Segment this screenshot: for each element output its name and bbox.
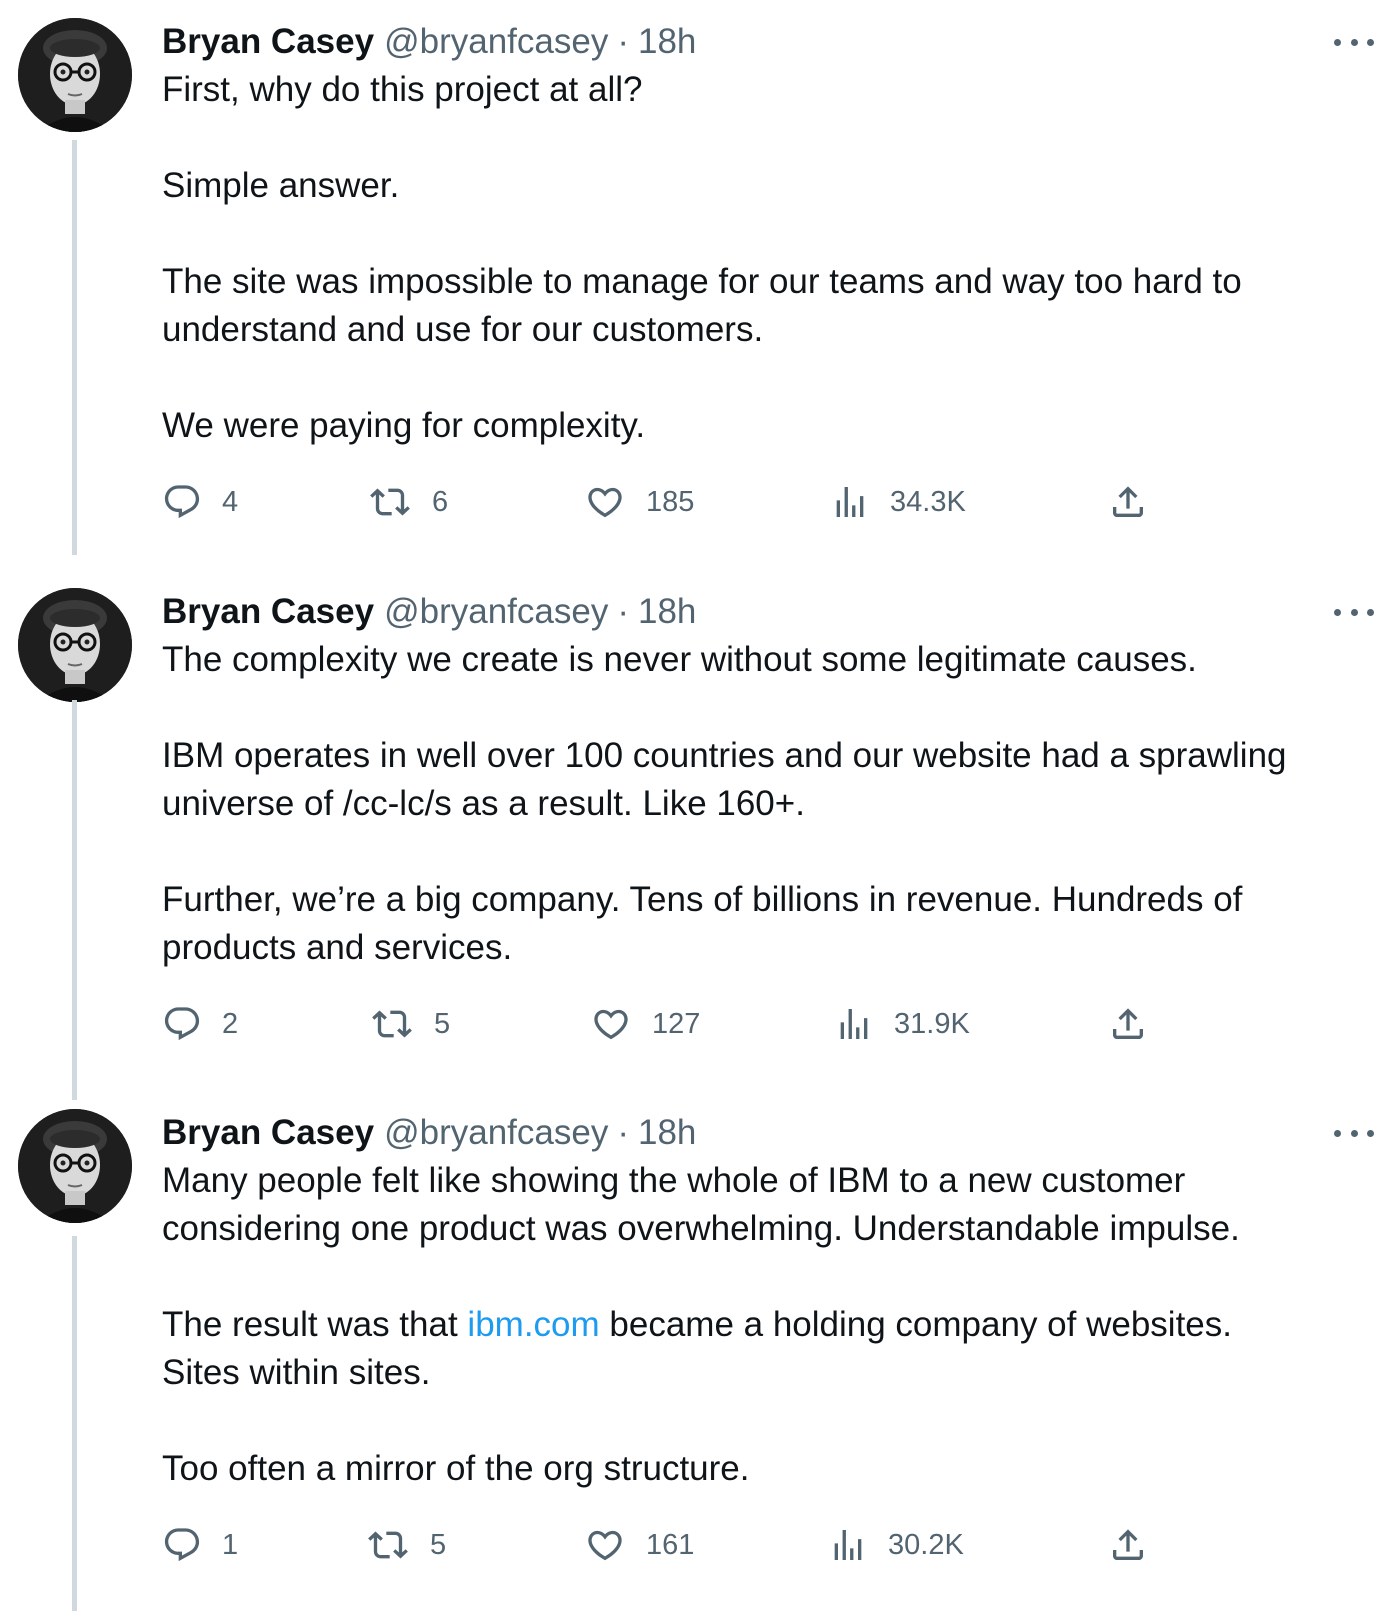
reply-count: 2	[222, 1007, 239, 1040]
ibm-link[interactable]: ibm.com	[467, 1305, 599, 1344]
thread-line	[72, 700, 77, 1100]
like-count: 161	[646, 1528, 695, 1561]
thread: Bryan Casey @bryanfcasey · 18h First, wh…	[0, 0, 1398, 1611]
reply-button[interactable]: 2	[162, 1000, 238, 1048]
retweet-icon	[370, 488, 410, 516]
tweet-text-segment: became a holding company of websites.	[599, 1305, 1232, 1344]
tweet-line: Many people felt like showing the whole …	[162, 1161, 1186, 1200]
like-button[interactable]: 161	[584, 1521, 694, 1569]
tweet-line: universe of /cc-lc/s as a result. Like 1…	[162, 784, 805, 823]
tweet-line: products and services.	[162, 928, 513, 967]
tweet-line: Sites within sites.	[162, 1353, 431, 1392]
tweet-line: Simple answer.	[162, 166, 400, 205]
retweet-button[interactable]: 5	[370, 1000, 450, 1048]
avatar[interactable]	[18, 18, 132, 132]
tweet-text: The complexity we create is never withou…	[162, 636, 1362, 972]
tweet-line: IBM operates in well over 100 countries …	[162, 736, 1287, 775]
share-button[interactable]	[1108, 1000, 1148, 1048]
tweet-line: The result was that ibm.com became a hol…	[162, 1301, 1362, 1349]
tweet-line: understand and use for our customers.	[162, 310, 764, 349]
tweet-1[interactable]: Bryan Casey @bryanfcasey · 18h First, wh…	[0, 0, 1398, 555]
author-name[interactable]: Bryan Casey	[162, 22, 374, 62]
like-button[interactable]: 185	[584, 478, 694, 526]
heart-icon	[588, 487, 622, 518]
tweet-content: Bryan Casey @bryanfcasey · 18h The compl…	[162, 588, 1362, 1041]
tweet-text: First, why do this project at all? Simpl…	[162, 66, 1362, 450]
thread-line	[72, 1236, 77, 1611]
tweet-line: We were paying for complexity.	[162, 406, 646, 445]
reply-icon	[164, 1528, 200, 1562]
author-handle[interactable]: @bryanfcasey	[384, 22, 608, 62]
share-icon	[1113, 486, 1143, 517]
views-button[interactable]: 30.2K	[828, 1521, 964, 1569]
separator-dot: ·	[617, 22, 629, 61]
like-count: 185	[646, 485, 695, 518]
share-icon	[1113, 1008, 1143, 1039]
like-button[interactable]: 127	[590, 1000, 700, 1048]
share-button[interactable]	[1108, 478, 1148, 526]
separator-dot: ·	[617, 1113, 629, 1152]
views-count: 34.3K	[890, 485, 966, 518]
timestamp[interactable]: 18h	[638, 592, 696, 632]
tweet-text: Many people felt like showing the whole …	[162, 1157, 1362, 1493]
tweet-actions: 2 5 127 31.9K	[162, 1000, 1362, 1048]
avatar[interactable]	[18, 588, 132, 702]
tweet-header: Bryan Casey @bryanfcasey · 18h	[162, 588, 1362, 636]
like-count: 127	[652, 1007, 701, 1040]
tweet-3[interactable]: Bryan Casey @bryanfcasey · 18h Many peop…	[0, 1091, 1398, 1611]
retweet-button[interactable]: 5	[366, 1521, 446, 1569]
reply-button[interactable]: 1	[162, 1521, 238, 1569]
retweet-count: 5	[434, 1007, 451, 1040]
author-handle[interactable]: @bryanfcasey	[384, 592, 608, 632]
heart-icon	[594, 1009, 628, 1040]
reply-button[interactable]: 4	[162, 478, 238, 526]
tweet-line: The site was impossible to manage for ou…	[162, 262, 1242, 301]
separator-dot: ·	[617, 592, 629, 631]
reply-icon	[164, 1007, 200, 1041]
views-chart-icon	[840, 1009, 868, 1039]
retweet-icon	[372, 1010, 412, 1038]
avatar[interactable]	[18, 1109, 132, 1223]
tweet-line: Further, we’re a big company. Tens of bi…	[162, 880, 1243, 919]
retweet-button[interactable]: 6	[368, 478, 448, 526]
views-button[interactable]: 34.3K	[830, 478, 966, 526]
retweet-count: 5	[430, 1528, 447, 1561]
thread-line	[72, 140, 77, 555]
timestamp[interactable]: 18h	[638, 22, 696, 62]
tweet-line: Too often a mirror of the org structure.	[162, 1449, 750, 1488]
retweet-icon	[368, 1531, 408, 1559]
share-button[interactable]	[1108, 1521, 1148, 1569]
tweet-actions: 4 6 185 34.3K	[162, 478, 1362, 526]
views-chart-icon	[834, 1530, 862, 1560]
timestamp[interactable]: 18h	[638, 1113, 696, 1153]
reply-count: 4	[222, 485, 239, 518]
tweet-line: First, why do this project at all?	[162, 70, 643, 109]
tweet-header: Bryan Casey @bryanfcasey · 18h	[162, 1109, 1362, 1157]
reply-count: 1	[222, 1528, 239, 1561]
author-name[interactable]: Bryan Casey	[162, 1113, 374, 1153]
tweet-actions: 1 5 161 30.2K	[162, 1521, 1362, 1569]
author-name[interactable]: Bryan Casey	[162, 592, 374, 632]
author-handle[interactable]: @bryanfcasey	[384, 1113, 608, 1153]
tweet-2[interactable]: Bryan Casey @bryanfcasey · 18h The compl…	[0, 570, 1398, 1100]
tweet-content: Bryan Casey @bryanfcasey · 18h Many peop…	[162, 1109, 1362, 1562]
views-count: 31.9K	[894, 1007, 970, 1040]
views-count: 30.2K	[888, 1528, 964, 1561]
heart-icon	[588, 1530, 622, 1561]
tweet-content: Bryan Casey @bryanfcasey · 18h First, wh…	[162, 18, 1362, 519]
tweet-text-segment: The result was that	[162, 1305, 468, 1344]
retweet-count: 6	[432, 485, 449, 518]
tweet-header: Bryan Casey @bryanfcasey · 18h	[162, 18, 1362, 66]
share-icon	[1113, 1529, 1143, 1560]
tweet-line: considering one product was overwhelming…	[162, 1209, 1240, 1248]
views-chart-icon	[836, 487, 864, 517]
reply-icon	[164, 485, 200, 519]
views-button[interactable]: 31.9K	[834, 1000, 970, 1048]
tweet-line: The complexity we create is never withou…	[162, 640, 1197, 679]
